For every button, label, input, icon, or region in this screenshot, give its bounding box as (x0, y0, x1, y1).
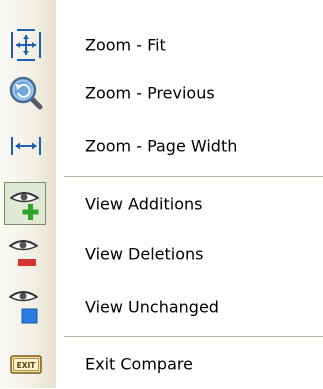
menu-item-label: Zoom - Fit (85, 35, 166, 55)
menu-separator (64, 176, 323, 177)
menu-item-view-unchanged[interactable]: View Unchanged (0, 282, 323, 332)
menu-item-label: Zoom - Page Width (85, 136, 238, 156)
view-additions-icon (8, 186, 44, 222)
context-menu: Zoom - Fit Zoom - Previous Zoom - Page W… (0, 0, 323, 388)
view-deletions-icon (8, 236, 44, 272)
menu-item-zoom-page-width[interactable]: Zoom - Page Width (0, 121, 323, 171)
menu-item-label: View Deletions (85, 244, 204, 264)
menu-item-label: Exit Compare (85, 354, 193, 374)
zoom-page-width-icon (8, 128, 44, 164)
menu-item-label: View Unchanged (85, 297, 219, 317)
menu-item-view-additions[interactable]: View Additions (0, 179, 323, 229)
exit-compare-icon: EXIT (8, 346, 44, 382)
zoom-fit-icon (8, 27, 44, 63)
menu-item-zoom-fit[interactable]: Zoom - Fit (0, 20, 323, 70)
svg-text:EXIT: EXIT (17, 361, 37, 370)
menu-item-exit-compare[interactable]: EXIT Exit Compare (0, 339, 323, 389)
menu-item-zoom-previous[interactable]: Zoom - Previous (0, 68, 323, 118)
menu-item-view-deletions[interactable]: View Deletions (0, 229, 323, 279)
menu-item-label: Zoom - Previous (85, 83, 215, 103)
menu-separator (64, 336, 323, 337)
menu-item-label: View Additions (85, 194, 203, 214)
zoom-previous-icon (8, 75, 44, 111)
view-unchanged-icon (8, 289, 44, 325)
